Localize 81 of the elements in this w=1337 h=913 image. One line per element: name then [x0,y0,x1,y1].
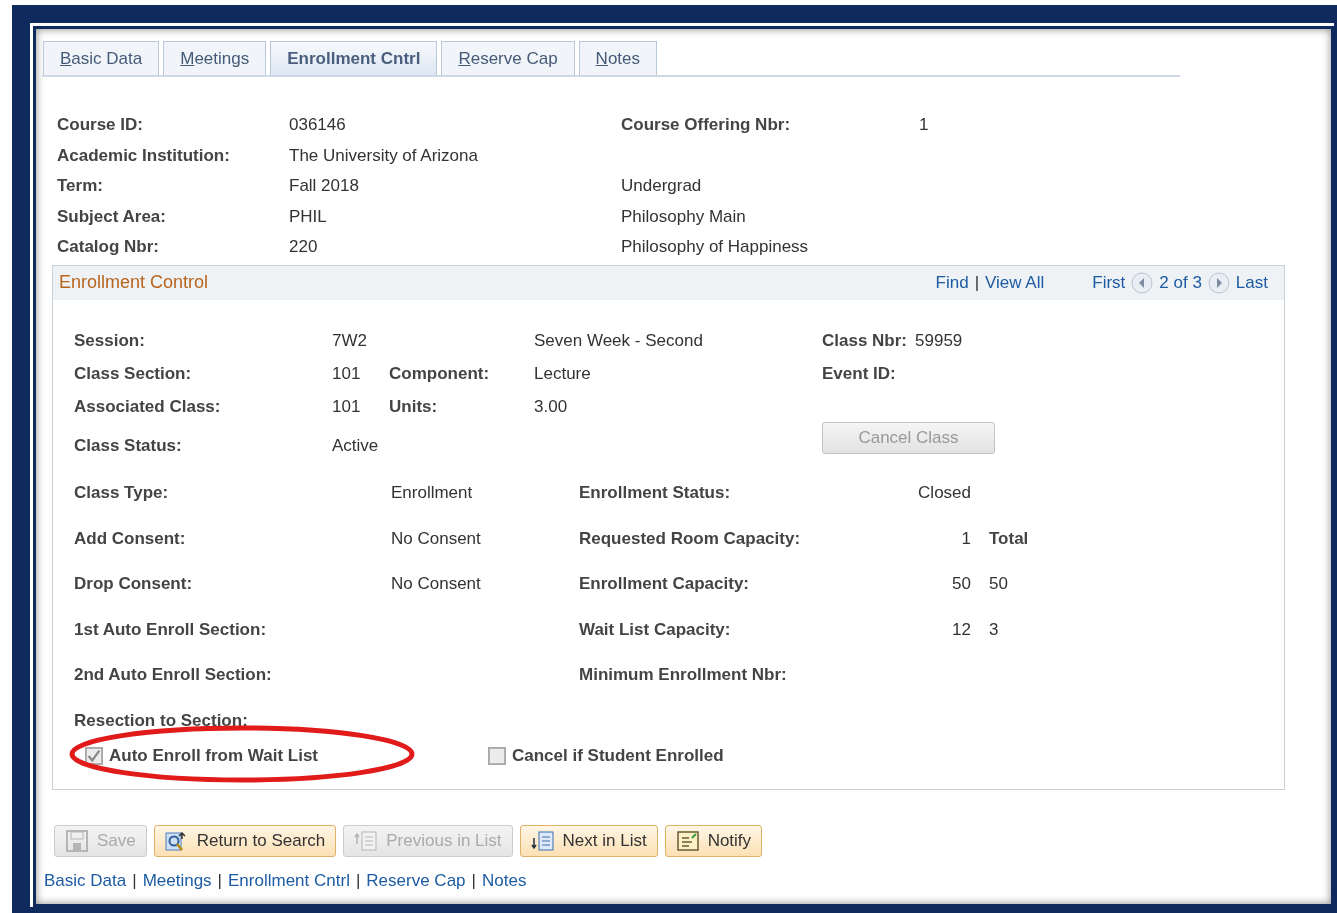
field-value: The University of Arizona [289,145,479,166]
separator: | [217,870,223,891]
panel-title: Enrollment Control [59,272,209,293]
tab[interactable]: Notes [578,41,658,75]
field-label: Resection to Section: [74,710,249,731]
page-link[interactable]: Basic Data [44,870,127,891]
separator: | [132,870,137,891]
field-label: Session: [74,331,146,351]
field-value: 12 [951,619,971,640]
list-down-icon [530,829,555,852]
record-position: 2 of 3 [1159,272,1202,293]
field-value: 220 [289,237,319,258]
field-label: Enrollment Capacity: [579,574,751,595]
field-value: 50 [951,574,971,595]
field-label: Minimum Enrollment Nbr: [579,665,788,686]
tab[interactable]: Basic Data [43,41,160,75]
field-label: Class Type: [74,483,170,504]
field-value: 3 [988,619,1000,640]
field-value: Undergrad [621,176,703,197]
first-link[interactable]: First [1092,272,1126,293]
field-value: No Consent [391,574,482,595]
field-value: Lecture [534,364,592,384]
checkbox-box-icon [85,746,103,765]
field-value: 59959 [915,331,963,351]
field-value: Active [332,436,380,456]
page-link[interactable]: Meetings [142,870,212,891]
field-label: Class Nbr: [822,331,908,351]
separator: | [974,272,980,293]
field-value: Fall 2018 [289,176,360,197]
field-label: Course ID: [57,115,144,136]
search-button[interactable]: Return to Search [153,824,337,857]
field-label: Event ID: [822,364,896,384]
last-link[interactable]: Last [1235,272,1268,293]
next-button[interactable]: Next in List [519,824,658,857]
field-value: 036146 [289,115,347,136]
field-label: Class Section: [74,364,193,384]
field-value: 7W2 [332,331,368,351]
page-link[interactable]: Enrollment Cntrl [228,870,350,891]
field-label: Component: [389,364,491,384]
field-value: Closed [917,483,971,504]
note-icon [675,829,700,852]
field-value: 1 [919,115,930,136]
field-value: Philosophy Main [621,206,747,227]
field-label: Term: [57,176,104,197]
page-link[interactable]: Reserve Cap [366,870,466,891]
list-up-icon [354,829,379,852]
field-value: PHIL [289,206,328,227]
checkbox-box-icon [488,746,506,765]
field-value: 101 [332,364,362,384]
field-label: Drop Consent: [74,574,194,595]
field-label: Subject Area: [57,206,167,227]
field-label: Catalog Nbr: [57,237,160,258]
view-all-link[interactable]: View All [985,272,1045,293]
tab[interactable]: Enrollment Cntrl [270,41,438,75]
notify-button[interactable]: Notify [664,824,763,857]
field-value: Seven Week - Second [534,331,704,351]
tab[interactable]: Reserve Cap [441,41,575,75]
field-label: Course Offering Nbr: [621,115,792,136]
column-heading: Total [988,528,1030,549]
field-value: 101 [332,397,362,417]
field-value: 50 [988,574,1009,595]
field-value: Enrollment [391,483,474,504]
field-value: No Consent [391,528,482,549]
separator: | [471,870,476,891]
field-value: 1 [960,528,971,549]
field-label: Associated Class: [74,397,222,417]
field-label: 1st Auto Enroll Section: [74,619,268,640]
separator: | [355,870,361,891]
field-label: Units: [389,397,439,417]
field-label: Academic Institution: [57,145,231,166]
tab[interactable]: Meetings [163,41,267,75]
field-label: Class Status: [74,436,183,456]
field-label: 2nd Auto Enroll Section: [74,665,273,686]
page-link[interactable]: Notes [481,870,527,891]
field-value: 3.00 [534,397,569,417]
field-label: Add Consent: [74,528,187,549]
field-value: Philosophy of Happiness [621,237,810,258]
field-label: Enrollment Status: [579,483,732,504]
find-link[interactable]: Find [935,272,969,293]
field-label: Wait List Capacity: [579,619,732,640]
field-label: Requested Room Capacity: [579,528,802,549]
